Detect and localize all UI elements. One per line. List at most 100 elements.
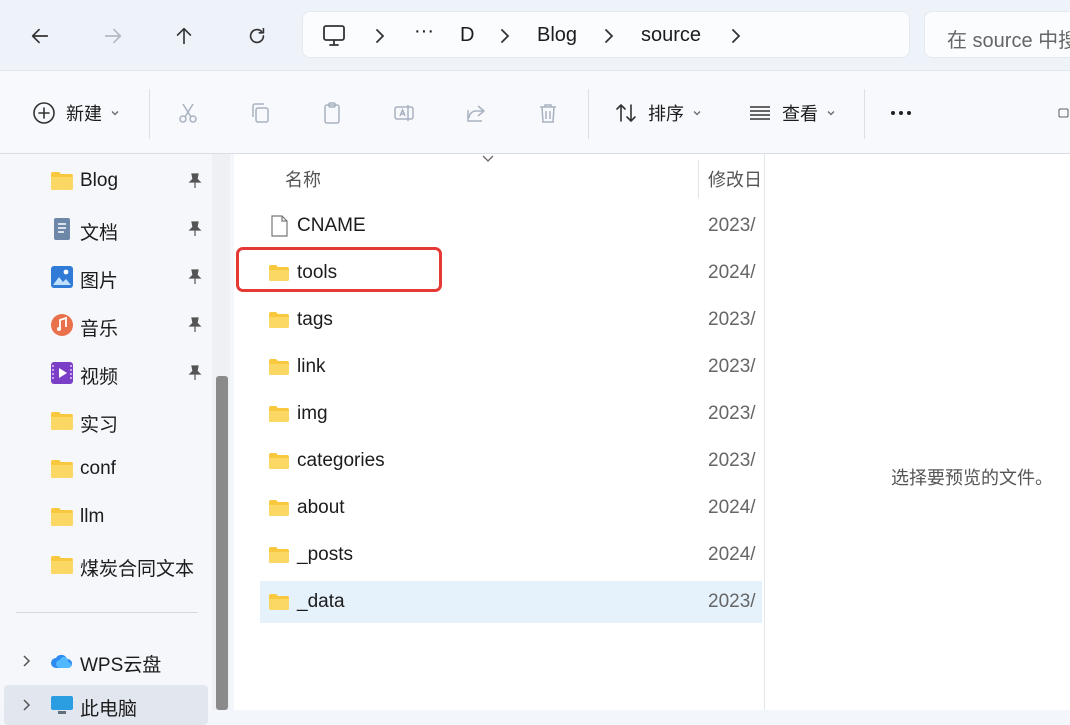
nav-item-blog[interactable]: Blog bbox=[0, 161, 210, 201]
folder-icon bbox=[269, 312, 289, 328]
preview-message: 选择要预览的文件。 bbox=[891, 468, 1053, 488]
file-name: _posts bbox=[297, 544, 353, 565]
clipboard-icon bbox=[324, 102, 340, 124]
file-date: 2023/ bbox=[708, 356, 756, 377]
file-date: 2023/ bbox=[708, 215, 756, 236]
column-separator[interactable] bbox=[698, 160, 699, 198]
nav-item-label: conf bbox=[80, 458, 116, 479]
nav-scrollbar-thumb[interactable] bbox=[216, 376, 228, 710]
computer-icon bbox=[323, 25, 345, 46]
up-button[interactable] bbox=[166, 18, 202, 54]
nav-item-this-pc[interactable]: 此电脑 bbox=[4, 685, 208, 725]
copy-button[interactable] bbox=[248, 95, 272, 131]
file-name: CNAME bbox=[297, 215, 366, 236]
paste-button[interactable] bbox=[320, 95, 344, 131]
back-button[interactable] bbox=[22, 18, 58, 54]
file-name: img bbox=[297, 403, 328, 424]
nav-item-internship[interactable]: 实习 bbox=[0, 401, 210, 441]
details-pane-button[interactable] bbox=[1058, 95, 1070, 131]
folder-row[interactable]: categories 2023/ bbox=[260, 440, 762, 482]
folder-icon bbox=[269, 500, 289, 516]
nav-item-conf[interactable]: conf bbox=[0, 449, 210, 489]
nav-item-music[interactable]: 音乐 bbox=[0, 305, 210, 345]
nav-item-label: 音乐 bbox=[80, 319, 119, 340]
breadcrumb-blog[interactable]: Blog bbox=[537, 24, 577, 47]
pin-icon[interactable] bbox=[186, 220, 204, 238]
pin-icon[interactable] bbox=[186, 364, 204, 382]
nav-item-pictures[interactable]: 图片 bbox=[0, 257, 210, 297]
chevron-right-icon[interactable] bbox=[373, 27, 387, 45]
file-name: link bbox=[297, 356, 326, 377]
scissors-icon bbox=[179, 103, 197, 123]
details-pane-icon bbox=[1058, 108, 1069, 118]
sort-button[interactable]: 排序 bbox=[614, 95, 702, 131]
file-name: categories bbox=[297, 450, 385, 471]
folder-icon bbox=[51, 460, 73, 478]
nav-item-llm[interactable]: llm bbox=[0, 497, 210, 537]
pin-icon[interactable] bbox=[186, 172, 204, 190]
pin-icon[interactable] bbox=[186, 268, 204, 286]
refresh-button[interactable] bbox=[239, 18, 275, 54]
new-button[interactable]: 新建 bbox=[32, 95, 120, 131]
folder-icon bbox=[269, 594, 289, 610]
computer-icon bbox=[51, 696, 73, 714]
file-date: 2023/ bbox=[708, 309, 756, 330]
file-name: tags bbox=[297, 309, 333, 330]
folder-icon bbox=[269, 453, 289, 469]
nav-item-label: 此电脑 bbox=[80, 699, 138, 720]
forward-button[interactable] bbox=[95, 18, 131, 54]
chevron-right-icon[interactable] bbox=[602, 27, 616, 45]
breadcrumb-d[interactable]: D bbox=[460, 24, 474, 47]
share-icon bbox=[467, 105, 485, 122]
address-bar[interactable]: ··· D Blog source bbox=[302, 11, 910, 58]
delete-button[interactable] bbox=[536, 95, 560, 131]
folder-row[interactable]: img 2023/ bbox=[260, 393, 762, 435]
share-button[interactable] bbox=[464, 95, 488, 131]
nav-item-documents[interactable]: 文档 bbox=[0, 209, 210, 249]
more-icon bbox=[891, 111, 911, 115]
nav-item-coal-contract[interactable]: 煤炭合同文本 bbox=[0, 545, 210, 585]
nav-item-wps-cloud[interactable]: WPS云盘 bbox=[0, 641, 210, 681]
file-name: _data bbox=[297, 591, 345, 612]
chevron-right-icon[interactable] bbox=[20, 654, 34, 668]
search-placeholder: 在 source 中搜 bbox=[947, 30, 1070, 52]
folder-row[interactable]: tags 2023/ bbox=[260, 299, 762, 341]
breadcrumb-source[interactable]: source bbox=[641, 24, 701, 47]
view-button[interactable]: 查看 bbox=[748, 95, 836, 131]
separator bbox=[864, 89, 865, 139]
view-button-label: 查看 bbox=[782, 104, 818, 124]
rename-button[interactable] bbox=[392, 95, 416, 131]
nav-item-label: 视频 bbox=[80, 367, 119, 388]
file-name: about bbox=[297, 497, 345, 518]
trash-icon bbox=[540, 104, 556, 123]
folder-icon bbox=[51, 556, 73, 574]
new-button-label: 新建 bbox=[66, 104, 102, 124]
column-header-name[interactable]: 名称 bbox=[285, 166, 321, 192]
arrow-up-icon bbox=[176, 27, 192, 45]
separator bbox=[588, 89, 589, 139]
pin-icon[interactable] bbox=[186, 316, 204, 334]
file-list: 名称 修改日 CNAME 2023/ tools 2024/ tags 2023… bbox=[234, 154, 764, 710]
search-box[interactable]: 在 source 中搜 bbox=[924, 11, 1070, 58]
folder-row[interactable]: about 2024/ bbox=[260, 487, 762, 529]
music-icon bbox=[51, 314, 73, 336]
highlight-box bbox=[236, 247, 442, 292]
cut-button[interactable] bbox=[176, 95, 200, 131]
folder-row[interactable]: link 2023/ bbox=[260, 346, 762, 388]
file-date: 2024/ bbox=[708, 497, 756, 518]
folder-icon bbox=[269, 359, 289, 375]
nav-item-videos[interactable]: 视频 bbox=[0, 353, 210, 393]
refresh-icon bbox=[249, 27, 265, 44]
videos-icon bbox=[51, 362, 73, 384]
chevron-right-icon[interactable] bbox=[498, 27, 512, 45]
more-button[interactable] bbox=[889, 95, 913, 131]
column-header-modified[interactable]: 修改日 bbox=[708, 166, 762, 192]
breadcrumb-ellipsis[interactable]: ··· bbox=[414, 20, 434, 43]
nav-item-label: 煤炭合同文本 bbox=[80, 559, 195, 580]
plus-circle-icon bbox=[33, 102, 55, 124]
folder-row-selected[interactable]: _data 2023/ bbox=[260, 581, 762, 623]
chevron-right-icon[interactable] bbox=[729, 27, 743, 45]
folder-row[interactable]: _posts 2024/ bbox=[260, 534, 762, 576]
chevron-down-icon bbox=[482, 155, 494, 162]
file-row[interactable]: CNAME 2023/ bbox=[260, 205, 762, 247]
